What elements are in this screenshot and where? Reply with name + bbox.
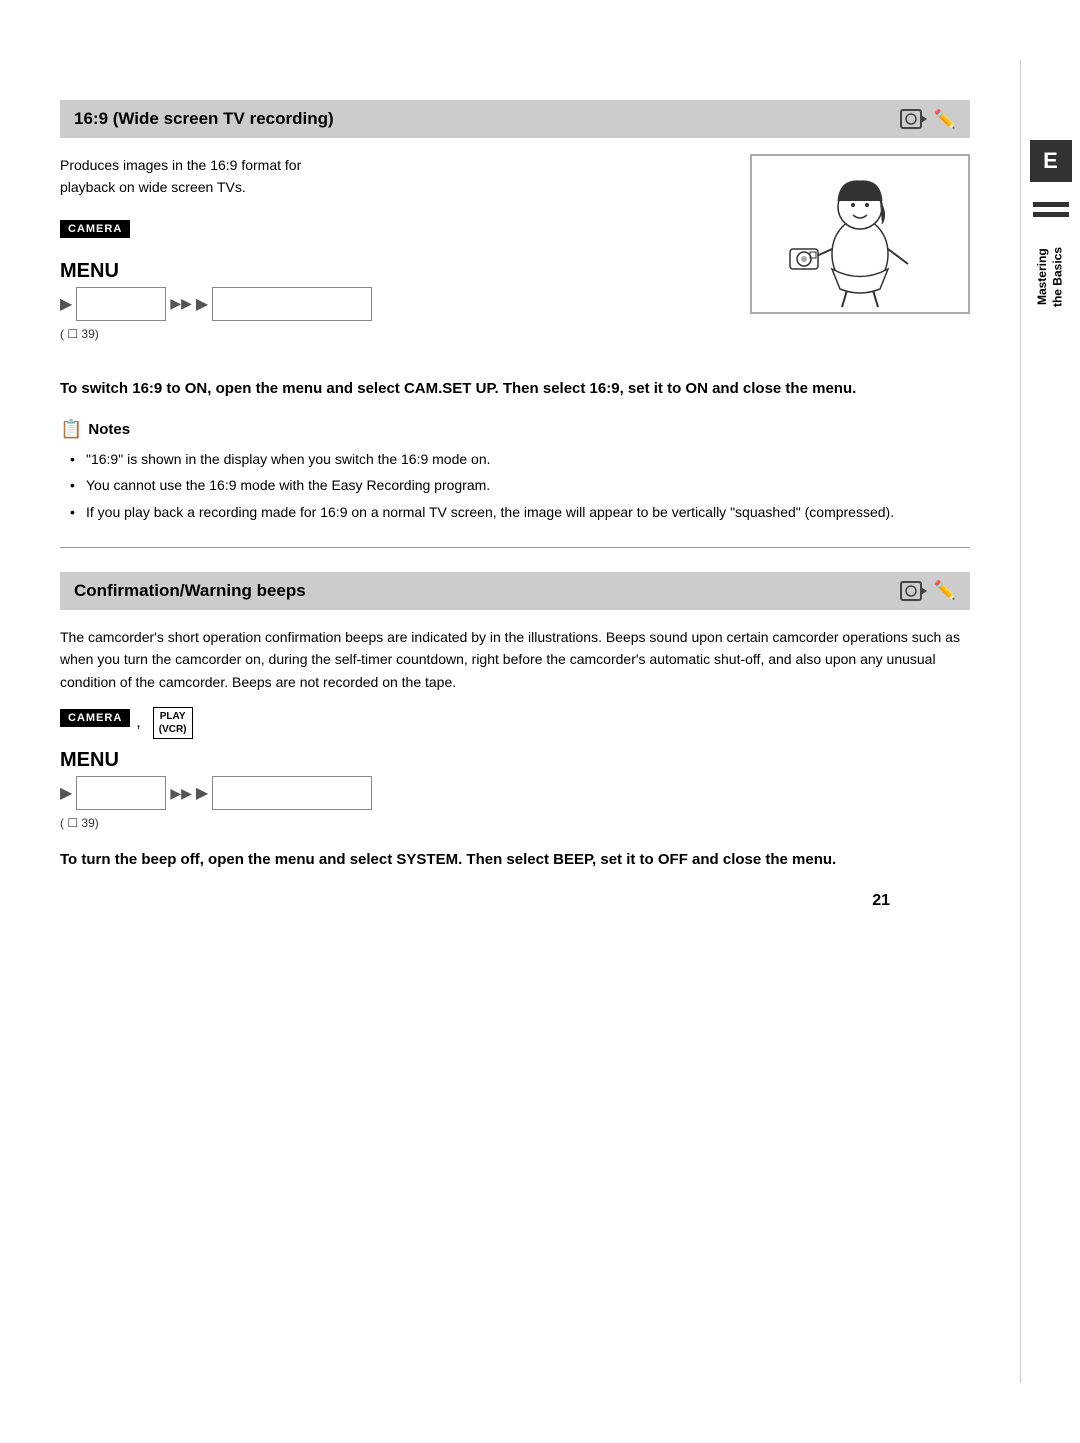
notes-icon: 📋 [60, 419, 82, 440]
section2-header: Confirmation/Warning beeps ✏️ [60, 572, 970, 610]
mastering-text: Mastering the Basics [1035, 247, 1066, 307]
section1-double-arrow: ▶▶ [170, 295, 192, 312]
section1-menu-label: MENU [60, 260, 730, 283]
tab-e: E [1030, 140, 1072, 182]
section1-text: Produces images in the 16:9 format for p… [60, 154, 730, 359]
section2-badge-row: CAMERA , PLAY (VCR) [60, 707, 970, 739]
note-item-2: You cannot use the 16:9 mode with the Ea… [70, 474, 970, 496]
section1-arrow2: ▶ [196, 294, 208, 314]
section1-arrow1: ▶ [60, 294, 72, 314]
sidebar-line-1 [1033, 202, 1069, 207]
section2-double-arrow: ▶▶ [170, 785, 192, 802]
section2-icons: ✏️ [900, 580, 956, 602]
main-content: 16:9 (Wide screen TV recording) ✏️ Produ… [0, 60, 1020, 1383]
section1-header: 16:9 (Wide screen TV recording) ✏️ [60, 100, 970, 138]
section2-arrow1: ▶ [60, 783, 72, 803]
section1-layout: Produces images in the 16:9 format for p… [60, 154, 970, 359]
notes-label: Notes [88, 421, 130, 438]
section2-camera-badge: CAMERA [60, 709, 130, 727]
camera-icon [900, 108, 928, 130]
notes-header: 📋 Notes [60, 419, 970, 440]
comma: , [136, 714, 140, 732]
section1-illustration [750, 154, 970, 314]
sidebar-lines [1033, 202, 1069, 217]
section1-title: 16:9 (Wide screen TV recording) [74, 109, 334, 129]
section1-menu-flow: ▶ ▶▶ ▶ [60, 287, 730, 321]
pencil-icon: ✏️ [934, 109, 956, 130]
note-item-1: "16:9" is shown in the display when you … [70, 448, 970, 470]
right-sidebar: E Mastering the Basics [1020, 60, 1080, 1383]
section2-title: Confirmation/Warning beeps [74, 581, 306, 601]
section2-pencil-icon: ✏️ [934, 580, 956, 601]
section2-menu-box2 [212, 776, 372, 810]
section-divider [60, 547, 970, 548]
section1-camera-badge-row: CAMERA [60, 219, 730, 248]
section2-menu-box1 [76, 776, 166, 810]
section2-page-ref: ( ☐ 39) [60, 816, 970, 830]
page-number: 21 [0, 892, 890, 910]
section1-menu-box2 [212, 287, 372, 321]
section2: Confirmation/Warning beeps ✏️ The camcor… [60, 572, 970, 872]
section1-icons: ✏️ [900, 108, 956, 130]
section2-instruction: To turn the beep off, open the menu and … [60, 848, 970, 872]
girl-camera-illustration [760, 159, 960, 309]
section2-camera-icon [900, 580, 928, 602]
section2-menu-flow: ▶ ▶▶ ▶ [60, 776, 970, 810]
section2-play-vcr-badge: PLAY (VCR) [153, 707, 193, 739]
section2-description: The camcorder's short operation confirma… [60, 626, 970, 693]
page-container: 16:9 (Wide screen TV recording) ✏️ Produ… [0, 0, 1080, 1443]
section1-instruction: To switch 16:9 to ON, open the menu and … [60, 377, 970, 401]
sidebar-line-2 [1033, 212, 1069, 217]
section1-notes: 📋 Notes "16:9" is shown in the display w… [60, 419, 970, 523]
section1-page-ref: ( ☐ 39) [60, 327, 730, 341]
note-item-3: If you play back a recording made for 16… [70, 501, 970, 523]
section2-arrow2: ▶ [196, 783, 208, 803]
section1-camera-badge: CAMERA [60, 220, 130, 238]
section2-menu-label: MENU [60, 749, 970, 772]
section1-description: Produces images in the 16:9 format for p… [60, 154, 730, 199]
section1-menu-box1 [76, 287, 166, 321]
notes-list: "16:9" is shown in the display when you … [60, 448, 970, 523]
